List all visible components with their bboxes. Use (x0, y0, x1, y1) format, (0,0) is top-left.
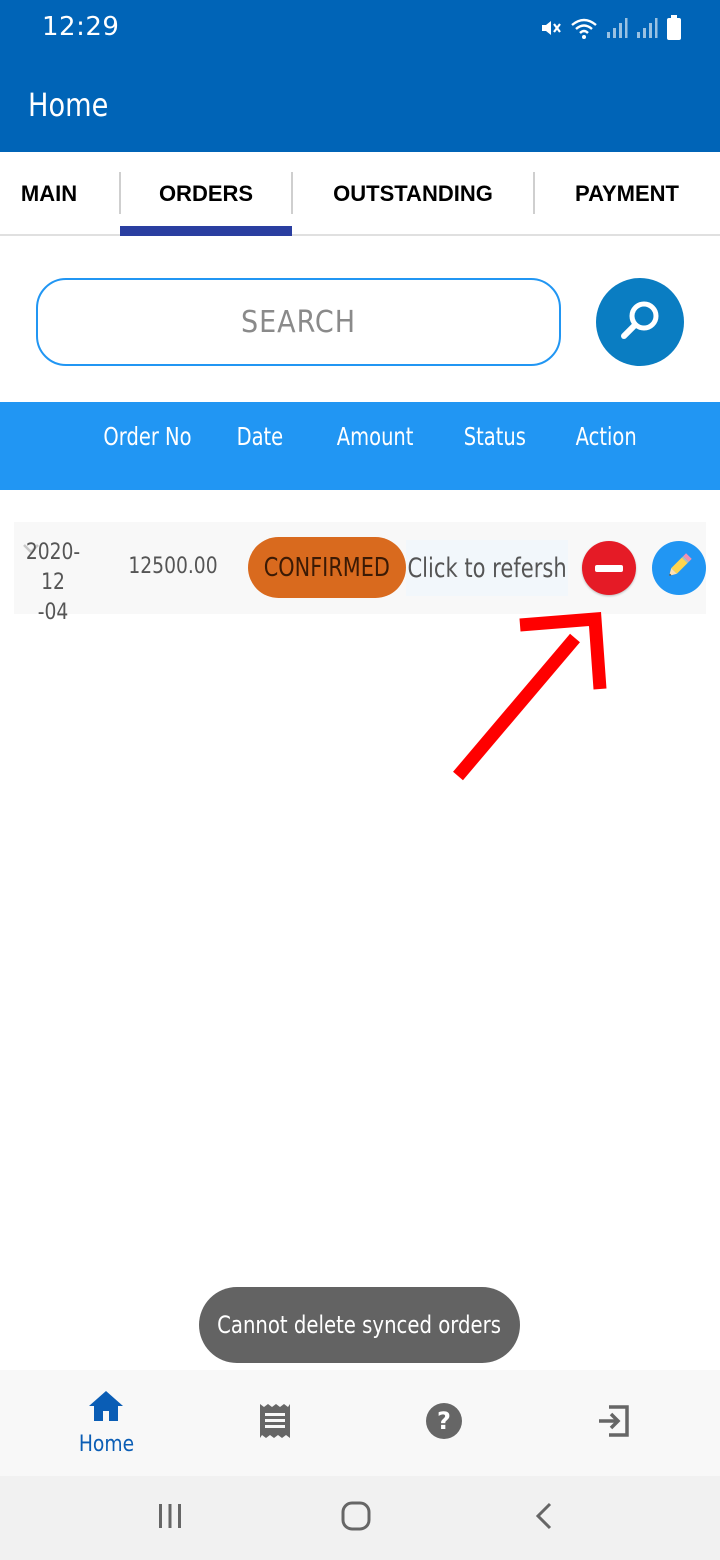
battery-icon (666, 15, 682, 41)
status-badge: CONFIRMED (248, 537, 406, 598)
column-header-status: Status (463, 422, 526, 451)
nav-help[interactable]: ? (384, 1370, 504, 1476)
signal-icon (636, 16, 658, 40)
delete-icon (595, 564, 623, 572)
receipt-icon (258, 1402, 292, 1445)
column-header-action: Action (575, 422, 637, 451)
status-bar: 12:29 (0, 0, 720, 56)
status-time: 12:29 (42, 12, 120, 42)
logout-icon (595, 1403, 631, 1444)
home-circle-icon (340, 1500, 372, 1537)
toast-text: Cannot delete synced orders (217, 1311, 502, 1339)
bottom-navigation: Home ? (0, 1370, 720, 1476)
home-icon (87, 1389, 125, 1428)
nav-home-label: Home (78, 1432, 134, 1457)
column-header-order-no: Order No (103, 422, 192, 451)
help-icon: ? (425, 1402, 463, 1445)
search-field-container (36, 278, 561, 366)
recent-apps-button[interactable] (140, 1498, 200, 1538)
toast-message: Cannot delete synced orders (199, 1287, 520, 1363)
recent-apps-icon (155, 1503, 185, 1534)
system-navigation-bar (0, 1476, 720, 1560)
app-bar: Home (0, 56, 720, 152)
search-button[interactable] (596, 278, 684, 366)
mute-icon (538, 16, 562, 40)
search-input[interactable] (64, 304, 533, 340)
svg-text:?: ? (437, 1407, 451, 1435)
back-icon (533, 1501, 555, 1536)
column-header-amount: Amount (336, 422, 414, 451)
page-title: Home (28, 86, 109, 124)
order-date: 2020-12 -04 (25, 540, 81, 625)
nav-home[interactable]: Home (46, 1370, 166, 1476)
edit-icon (662, 549, 696, 588)
tab-payment[interactable]: PAYMENT (534, 152, 720, 236)
tab-orders[interactable]: ORDERS (120, 152, 292, 236)
tab-outstanding[interactable]: OUTSTANDING (292, 152, 534, 236)
wifi-icon (570, 16, 598, 40)
delete-order-button[interactable] (582, 541, 636, 595)
refresh-link[interactable]: Click to refersh (406, 540, 568, 596)
system-home-button[interactable] (326, 1498, 386, 1538)
back-button[interactable] (514, 1498, 574, 1538)
tab-main[interactable]: MAIN (0, 152, 98, 236)
nav-logout[interactable] (553, 1370, 673, 1476)
table-header: Order No Date Amount Status Action (0, 402, 720, 490)
refresh-link-label: Click to refersh (407, 552, 567, 584)
status-badge-label: CONFIRMED (263, 552, 391, 583)
signal-icon (606, 16, 628, 40)
annotation-arrow (440, 600, 620, 795)
column-header-date: Date (236, 422, 284, 451)
tab-bar: MAIN ORDERS OUTSTANDING PAYMENT (0, 152, 720, 236)
nav-orders[interactable] (215, 1370, 335, 1476)
search-icon (617, 297, 663, 348)
order-amount: 12500.00 (128, 554, 218, 579)
status-icons (538, 14, 682, 42)
selected-tab-indicator (120, 226, 292, 236)
edit-order-button[interactable] (652, 541, 706, 595)
